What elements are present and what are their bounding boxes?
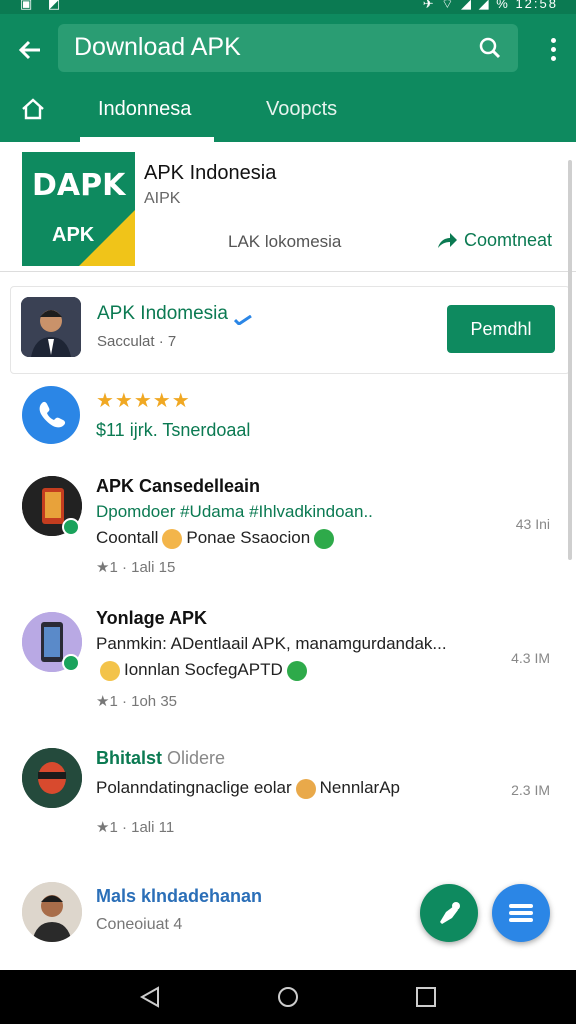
featured-name-text: APK Indomesia — [97, 303, 228, 324]
list-item-line1-suffix: NennlarAp — [319, 778, 400, 797]
status-bar: ▣ ◩ ✈ ⌔ ◢ ◢ % 12:58 — [0, 0, 576, 14]
list-item-meta: ★1 · 1ali 15 — [96, 559, 176, 576]
list-item-title: Yonlage APK — [96, 608, 208, 628]
list-item-size: 4.3 IM — [511, 650, 550, 666]
list-item-title: Bhitalst Olidere — [96, 748, 225, 769]
share-arrow-icon — [436, 232, 458, 250]
list-item-line1: Coneoiuat 4 — [96, 916, 183, 933]
logo-corner — [79, 210, 135, 266]
list-item[interactable]: Bhitalst Olidere Polanndatingnaclige eol… — [0, 746, 576, 846]
list-item-line1-text: Polanndatingnaclige eolar — [96, 778, 292, 797]
featured-avatar — [21, 297, 81, 357]
tab-indonesia[interactable]: Indonnesa — [98, 98, 191, 121]
scrollbar[interactable] — [568, 160, 572, 560]
download-button[interactable]: Pemdhl — [447, 305, 555, 353]
list-item[interactable]: APK Cansedelleain Dpomdoer #Udama #Ihlva… — [0, 476, 576, 586]
rating-text: $11 ijrk. Tsnerdoaal — [96, 420, 251, 440]
app-header-card[interactable]: DAPK APK APK Indonesia AIPK LAK lokomesi… — [0, 142, 576, 272]
list-item-avatar — [22, 882, 82, 942]
list-item-avatar — [22, 748, 82, 808]
status-time: 12:58 — [515, 0, 558, 11]
rating-stars: ★★★★★ — [96, 390, 191, 412]
list-item-meta: ★1 · 1ali 11 — [96, 819, 175, 836]
emoji-icon — [162, 528, 183, 549]
verified-check-icon — [62, 654, 80, 672]
app-bar: Download APK Indonnesa Voopcts — [0, 14, 576, 142]
featured-subtitle: Sacculat · 7 — [97, 333, 177, 350]
list-item-line2-prefix: Coontall — [96, 528, 159, 547]
verified-icon — [233, 309, 252, 326]
list-item-size: 2.3 IM — [511, 782, 550, 798]
list-item-meta: ★1 · 1oh 35 — [96, 693, 177, 710]
nav-back-icon[interactable] — [138, 985, 162, 1009]
app-developer[interactable]: LAK lokomesia — [228, 232, 341, 252]
overflow-menu-icon[interactable] — [550, 38, 558, 62]
list-item-title: Mals klndadehanan — [96, 886, 263, 906]
chat-icon — [286, 660, 307, 681]
connect-label: Coomtneat — [464, 230, 553, 250]
back-arrow-icon[interactable] — [14, 34, 46, 66]
app-subtitle: AIPK — [144, 190, 181, 207]
status-icons: ✈ ⌔ ◢ ◢ % — [422, 0, 510, 11]
featured-card[interactable]: APK Indomesia Sacculat · 7 Pemdhl — [10, 286, 570, 374]
app-title: APK Indonesia — [144, 162, 277, 184]
list-item-line1: Polanndatingnaclige eolar NennlarAp — [96, 778, 400, 799]
list-item-line2: Ionnlan SocfegAPTD — [96, 660, 311, 681]
system-nav-bar — [0, 970, 576, 1024]
status-right: ✈ ⌔ ◢ ◢ % 12:58 — [423, 0, 558, 12]
logo-text-top: DAPK — [32, 168, 126, 203]
search-icon[interactable] — [478, 36, 502, 60]
tab-bar: Indonnesa Voopcts — [0, 84, 576, 142]
tab-second[interactable]: Voopcts — [266, 98, 337, 121]
chat-icon — [314, 528, 335, 549]
nav-recents-icon[interactable] — [414, 985, 438, 1009]
list-item-title-suffix: Olidere — [167, 748, 226, 768]
list-item[interactable]: Mals klndadehanan Coneoiuat 4 — [0, 882, 576, 952]
connect-link[interactable]: Coomtneat — [436, 230, 552, 251]
status-left-icons: ▣ ◩ — [20, 0, 67, 11]
featured-name: APK Indomesia — [97, 303, 252, 326]
apk-logo: DAPK APK — [22, 152, 135, 266]
search-input-value[interactable]: Download APK — [74, 33, 241, 62]
search-field[interactable]: Download APK — [58, 24, 518, 72]
list-item-line2-suffix: Ponae Ssaocion — [186, 528, 311, 547]
emoji-icon — [295, 778, 316, 799]
list-item-line2-suffix: Ionnlan SocfegAPTD — [124, 660, 283, 679]
list-item-size: 43 Ini — [515, 516, 550, 532]
fab-menu-button[interactable] — [492, 884, 550, 942]
list-item-line2: Coontall Ponae Ssaocion — [96, 528, 338, 549]
nav-home-icon[interactable] — [276, 985, 300, 1009]
home-icon[interactable] — [18, 94, 48, 124]
phone-icon[interactable] — [22, 386, 80, 444]
list-item-title: APK Cansedelleain — [96, 476, 261, 496]
list-item-title-text: Bhitalst — [96, 748, 163, 768]
verified-check-icon — [62, 518, 80, 536]
fab-pin-button[interactable] — [420, 884, 478, 942]
list-item[interactable]: Yonlage APK Panmkin: ADentlaail APK, man… — [0, 608, 576, 718]
list-item-line1: Dpomdoer #Udama #Ihlvadkindoan.. — [96, 502, 373, 521]
list-item-line1: Panmkin: ADentlaail APK, manamgurdandak.… — [96, 634, 447, 653]
emoji-icon — [100, 660, 120, 681]
